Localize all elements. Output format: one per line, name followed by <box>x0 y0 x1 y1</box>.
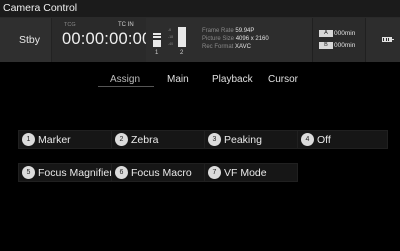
assign-button-1[interactable]: 1 Marker <box>18 130 112 149</box>
assign-button-4[interactable]: 4 Off <box>297 130 388 149</box>
battery-icon <box>382 37 394 42</box>
tab-main[interactable]: Main <box>167 74 189 85</box>
audio-meter-scale: -40 <box>168 42 174 46</box>
picture-size-label: Picture Size <box>202 36 235 42</box>
assign-button-label: VF Mode <box>224 167 267 179</box>
audio-meter-ch1-bar <box>153 40 161 47</box>
assign-number-badge: 5 <box>22 166 35 179</box>
timecode-panel: TCG TC IN 00:00:00:00 <box>52 18 151 62</box>
frame-rate-row: Frame Rate 59.94P <box>202 27 269 35</box>
record-state: Stby <box>19 34 41 46</box>
assign-number-badge: 1 <box>22 133 35 146</box>
audio-meter-scale: -6 <box>168 28 172 32</box>
assign-button-label: Off <box>317 134 331 146</box>
picture-size-value: 4096 x 2160 <box>235 36 269 42</box>
status-bar: Stby TCG TC IN 00:00:00:00 -6 -18 -40 1 … <box>0 18 400 62</box>
timecode-mode: TC IN <box>118 22 134 28</box>
rec-format-value: XAVC <box>235 44 251 50</box>
assign-button-5[interactable]: 5 Focus Magnifier <box>18 163 113 182</box>
audio-meter-scale: -18 <box>168 35 174 39</box>
assign-number-badge: 4 <box>301 133 314 146</box>
tab-playback[interactable]: Playback <box>212 74 253 85</box>
battery-level-segment <box>384 38 386 41</box>
audio-meter-ch2-bar <box>178 27 186 47</box>
timecode-value: 00:00:00:00 <box>62 30 152 48</box>
media-panel: A 000min B 000min <box>312 18 366 62</box>
media-slot-b: B 000min <box>319 42 355 50</box>
assign-number-badge: 2 <box>115 133 128 146</box>
assign-button-2[interactable]: 2 Zebra <box>111 130 205 149</box>
assign-button-label: Focus Macro <box>131 167 192 179</box>
tab-cursor[interactable]: Cursor <box>268 74 298 85</box>
audio-channel-1-label: 1 <box>155 50 159 56</box>
media-slot-b-badge: B <box>319 42 333 49</box>
assign-button-7[interactable]: 7 VF Mode <box>204 163 298 182</box>
record-state-panel: Stby <box>0 18 52 62</box>
media-slot-a-badge: A <box>319 30 333 37</box>
assign-button-3[interactable]: 3 Peaking <box>204 130 298 149</box>
audio-meter-ch1-seg <box>153 33 161 35</box>
assign-number-badge: 7 <box>208 166 221 179</box>
format-info: Frame Rate 59.94P Picture Size 4096 x 21… <box>202 27 269 51</box>
frame-rate-label: Frame Rate <box>202 28 234 34</box>
tab-assign[interactable]: Assign <box>110 74 140 85</box>
assign-button-label: Focus Magnifier <box>38 167 113 179</box>
audio-channel-2-label: 2 <box>180 50 184 56</box>
picture-size-row: Picture Size 4096 x 2160 <box>202 35 269 43</box>
timecode-source: TCG <box>64 22 76 28</box>
rec-format-label: Rec Format <box>202 44 234 50</box>
media-slot-a-remaining: 000min <box>334 30 356 37</box>
audio-level-meter: -6 -18 -40 1 2 <box>146 18 196 62</box>
frame-rate-value: 59.94P <box>235 28 255 34</box>
media-slot-a: A 000min <box>319 30 355 38</box>
tab-bar: Assign Main Playback Cursor <box>0 62 400 90</box>
assign-number-badge: 3 <box>208 133 221 146</box>
active-tab-indicator <box>98 86 154 87</box>
media-slot-b-remaining: 000min <box>334 42 356 49</box>
assign-button-label: Marker <box>38 134 71 146</box>
battery-level-segment <box>389 38 391 41</box>
battery-level-segment <box>386 38 388 41</box>
assign-button-label: Peaking <box>224 134 262 146</box>
assign-number-badge: 6 <box>115 166 128 179</box>
title-bar: Camera Control <box>0 0 400 18</box>
audio-meter-ch1-seg <box>153 36 161 38</box>
assign-button-label: Zebra <box>131 134 159 146</box>
window-title: Camera Control <box>3 2 78 14</box>
assign-button-6[interactable]: 6 Focus Macro <box>111 163 205 182</box>
rec-format-row: Rec Format XAVC <box>202 43 269 51</box>
